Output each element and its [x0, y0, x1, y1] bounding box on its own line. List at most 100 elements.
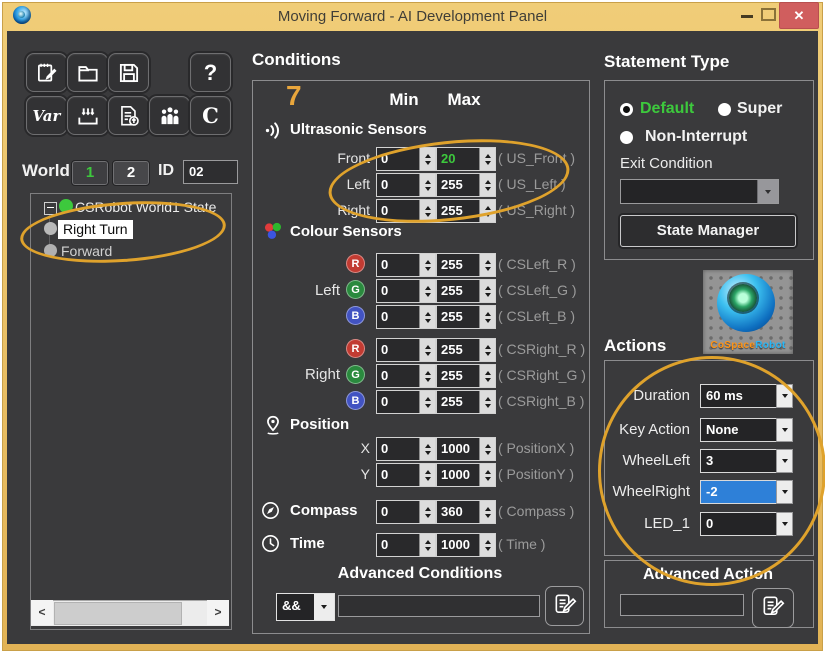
max-spinner[interactable]: 255 — [436, 338, 496, 362]
scroll-right-arrow[interactable]: > — [207, 600, 229, 625]
dropdown-arrow-icon[interactable] — [776, 449, 793, 473]
min-value[interactable]: 0 — [377, 501, 419, 523]
radio-default-label[interactable]: Default — [640, 100, 694, 118]
spinner-arrows-icon[interactable] — [419, 365, 435, 387]
maximize-button[interactable] — [761, 8, 776, 21]
spinner-arrows-icon[interactable] — [479, 200, 495, 222]
id-field[interactable]: 02 — [183, 160, 238, 184]
c-code-button[interactable]: C — [190, 96, 231, 135]
spinner-arrows-icon[interactable] — [479, 391, 495, 413]
spinner-arrows-icon[interactable] — [419, 200, 435, 222]
spinner-arrows-icon[interactable] — [479, 339, 495, 361]
variables-button[interactable]: Var — [26, 96, 67, 135]
max-value[interactable]: 255 — [437, 200, 479, 222]
spinner-arrows-icon[interactable] — [419, 339, 435, 361]
radio-default[interactable] — [620, 103, 633, 116]
spinner-arrows-icon[interactable] — [479, 148, 495, 170]
min-value[interactable]: 0 — [377, 464, 419, 486]
max-value[interactable]: 255 — [437, 365, 479, 387]
wheel-right-value[interactable]: -2 — [700, 480, 777, 504]
dropdown-arrow-icon[interactable] — [776, 512, 793, 536]
dropdown-arrow-icon[interactable] — [776, 480, 793, 504]
spinner-arrows-icon[interactable] — [479, 365, 495, 387]
min-spinner[interactable]: 0 — [376, 437, 436, 461]
min-spinner[interactable]: 0 — [376, 533, 436, 557]
min-value[interactable]: 0 — [377, 174, 419, 196]
spinner-arrows-icon[interactable] — [419, 534, 435, 556]
spinner-arrows-icon[interactable] — [479, 280, 495, 302]
led-1-value[interactable]: 0 — [700, 512, 777, 536]
key-action-value[interactable]: None — [700, 418, 777, 442]
min-value[interactable]: 0 — [377, 339, 419, 361]
min-value[interactable]: 0 — [377, 280, 419, 302]
min-value[interactable]: 0 — [377, 148, 419, 170]
tree-item-forward[interactable]: Forward — [61, 243, 112, 259]
radio-non-interrupt[interactable] — [620, 131, 633, 144]
spinner-arrows-icon[interactable] — [419, 501, 435, 523]
spinner-arrows-icon[interactable] — [479, 534, 495, 556]
open-button[interactable] — [67, 53, 108, 92]
max-value[interactable]: 1000 — [437, 534, 479, 556]
tree-item-right-turn[interactable]: Right Turn — [58, 220, 133, 239]
spinner-arrows-icon[interactable] — [419, 464, 435, 486]
exit-condition-dropdown[interactable] — [620, 179, 779, 204]
tree-collapse-icon[interactable] — [44, 202, 57, 215]
min-value[interactable]: 0 — [377, 306, 419, 328]
max-spinner[interactable]: 255 — [436, 173, 496, 197]
min-spinner[interactable]: 0 — [376, 279, 436, 303]
max-value[interactable]: 255 — [437, 306, 479, 328]
max-spinner[interactable]: 255 — [436, 199, 496, 223]
max-spinner[interactable]: 255 — [436, 305, 496, 329]
spinner-arrows-icon[interactable] — [419, 174, 435, 196]
min-spinner[interactable]: 0 — [376, 364, 436, 388]
min-value[interactable]: 0 — [377, 200, 419, 222]
world-1-button[interactable]: 1 — [71, 160, 109, 186]
max-value[interactable]: 255 — [437, 339, 479, 361]
spinner-arrows-icon[interactable] — [419, 148, 435, 170]
advanced-conditions-input[interactable] — [338, 595, 540, 617]
close-button[interactable]: ✕ — [779, 2, 819, 29]
max-spinner[interactable]: 255 — [436, 364, 496, 388]
max-value[interactable]: 255 — [437, 280, 479, 302]
min-spinner[interactable]: 0 — [376, 390, 436, 414]
min-spinner[interactable]: 0 — [376, 305, 436, 329]
min-value[interactable]: 0 — [377, 534, 419, 556]
max-spinner[interactable]: 255 — [436, 253, 496, 277]
radio-super[interactable] — [718, 103, 731, 116]
max-spinner[interactable]: 1000 — [436, 437, 496, 461]
max-value[interactable]: 1000 — [437, 464, 479, 486]
wheel-left-value[interactable]: 3 — [700, 449, 777, 473]
world-2-button[interactable]: 2 — [112, 160, 150, 186]
max-spinner[interactable]: 360 — [436, 500, 496, 524]
spinner-arrows-icon[interactable] — [479, 254, 495, 276]
state-manager-button[interactable]: State Manager — [620, 215, 796, 247]
dropdown-arrow-icon[interactable] — [776, 418, 793, 442]
min-spinner[interactable]: 0 — [376, 338, 436, 362]
spinner-arrows-icon[interactable] — [479, 438, 495, 460]
max-value[interactable]: 255 — [437, 391, 479, 413]
spinner-arrows-icon[interactable] — [419, 438, 435, 460]
spinner-arrows-icon[interactable] — [479, 174, 495, 196]
collect-button[interactable] — [67, 96, 108, 135]
max-value[interactable]: 255 — [437, 254, 479, 276]
radio-super-label[interactable]: Super — [737, 100, 782, 118]
operator-select[interactable]: && — [276, 593, 335, 621]
max-spinner[interactable]: 255 — [436, 279, 496, 303]
duration-value[interactable]: 60 ms — [700, 384, 777, 408]
save-button[interactable] — [108, 53, 149, 92]
help-button[interactable]: ? — [190, 53, 231, 92]
min-value[interactable]: 0 — [377, 391, 419, 413]
scroll-left-arrow[interactable]: < — [31, 600, 53, 625]
min-spinner[interactable]: 0 — [376, 253, 436, 277]
max-spinner[interactable]: 20 — [436, 147, 496, 171]
min-spinner[interactable]: 0 — [376, 500, 436, 524]
max-spinner[interactable]: 255 — [436, 390, 496, 414]
max-value[interactable]: 255 — [437, 174, 479, 196]
max-spinner[interactable]: 1000 — [436, 463, 496, 487]
min-spinner[interactable]: 0 — [376, 147, 436, 171]
spinner-arrows-icon[interactable] — [419, 280, 435, 302]
min-spinner[interactable]: 0 — [376, 199, 436, 223]
advanced-action-input[interactable] — [620, 594, 744, 616]
new-note-button[interactable] — [26, 53, 67, 92]
spinner-arrows-icon[interactable] — [479, 501, 495, 523]
